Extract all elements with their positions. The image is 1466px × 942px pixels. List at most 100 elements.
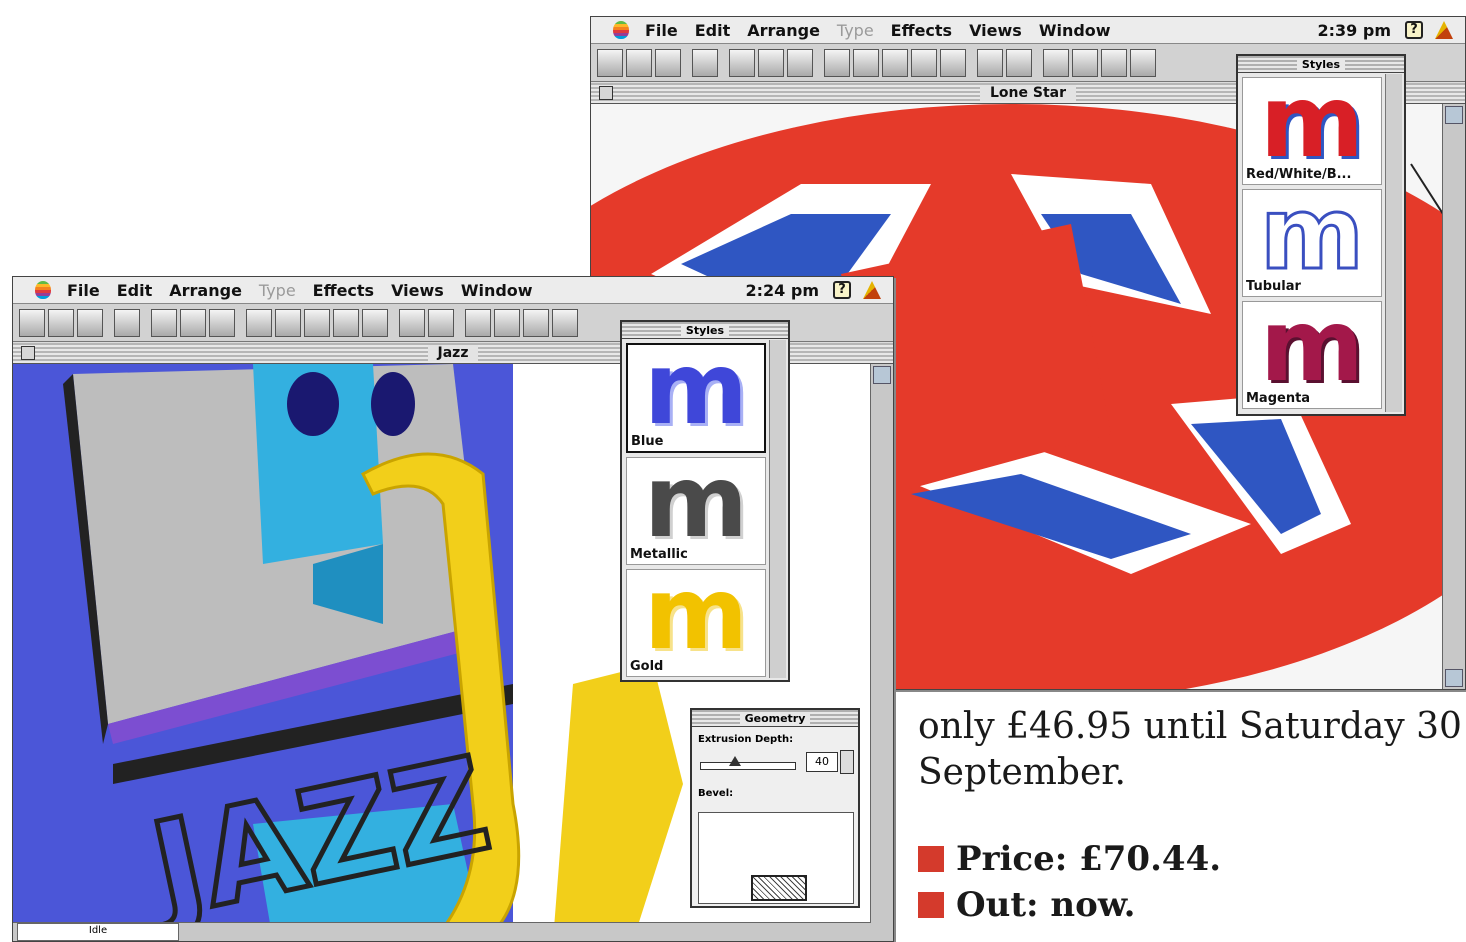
swatch-glyph: m xyxy=(643,443,749,560)
price-text: Price: £70.44. xyxy=(956,839,1222,879)
save-icon[interactable] xyxy=(77,308,103,337)
palette-titlebar[interactable]: Geometry xyxy=(692,710,858,727)
arrow-tool-icon[interactable] xyxy=(824,48,850,77)
close-box-icon[interactable] xyxy=(599,86,613,100)
swatch-label: Gold xyxy=(630,659,664,674)
rotate-tool-icon[interactable] xyxy=(853,48,879,77)
menu-views[interactable]: Views xyxy=(969,21,1022,40)
new-document-icon[interactable] xyxy=(19,308,45,337)
styles-palette-front: Styles m Blue m Metallic m Gold xyxy=(620,320,790,682)
save-icon[interactable] xyxy=(655,48,681,77)
menu-file[interactable]: File xyxy=(67,281,100,300)
apple-menu-icon[interactable] xyxy=(613,21,629,39)
frame-tool-icon[interactable] xyxy=(882,48,908,77)
style-swatch-magenta[interactable]: m Magenta xyxy=(1242,296,1382,409)
zoom-tool-icon[interactable] xyxy=(911,48,937,77)
bevel-profile-shape[interactable] xyxy=(751,875,807,901)
scroll-up-arrow-icon[interactable] xyxy=(1445,106,1463,124)
palette-scrollbar[interactable] xyxy=(769,340,786,678)
app-menu-icon[interactable] xyxy=(1435,21,1453,39)
extrusion-depth-stepper[interactable] xyxy=(840,750,854,774)
path-tool-icon[interactable] xyxy=(523,308,549,337)
menu-window[interactable]: Window xyxy=(461,281,533,300)
style-swatch-red-white-blue[interactable]: m Red/White/B... xyxy=(1242,72,1382,185)
menu-effects[interactable]: Effects xyxy=(313,281,374,300)
bevel-label: Bevel: xyxy=(698,788,734,799)
price-fact: Price: £70.44. xyxy=(918,836,1466,882)
hand-tool-icon[interactable] xyxy=(362,308,388,337)
extrude-tool-icon[interactable] xyxy=(399,308,425,337)
style-swatch-metallic[interactable]: m Metallic xyxy=(626,452,766,565)
menu-views[interactable]: Views xyxy=(391,281,444,300)
menu-window[interactable]: Window xyxy=(1039,21,1111,40)
vertical-scrollbar[interactable] xyxy=(1442,104,1465,689)
shape-tool-icon[interactable] xyxy=(1130,48,1156,77)
help-icon[interactable]: ? xyxy=(1405,21,1423,39)
release-fact: Out: now. xyxy=(918,882,1466,928)
arrow-tool-icon[interactable] xyxy=(246,308,272,337)
release-text: Out: now. xyxy=(956,885,1136,925)
menu-arrange[interactable]: Arrange xyxy=(747,21,820,40)
article-text: only £46.95 until Saturday 30 September.… xyxy=(918,704,1466,928)
cut-icon[interactable] xyxy=(729,48,755,77)
path-tool-icon[interactable] xyxy=(1101,48,1127,77)
rotate-tool-icon[interactable] xyxy=(275,308,301,337)
swatch-glyph: m xyxy=(1259,63,1365,180)
copy-icon[interactable] xyxy=(180,308,206,337)
bullet-square-icon xyxy=(918,892,944,918)
menu-clock: 2:39 pm xyxy=(1317,20,1392,40)
style-swatch-tubular[interactable]: m Tubular xyxy=(1242,182,1382,297)
help-icon[interactable]: ? xyxy=(833,281,851,299)
extrusion-depth-slider[interactable] xyxy=(700,756,796,770)
vertical-scrollbar[interactable] xyxy=(870,364,893,941)
zoom-tool-icon[interactable] xyxy=(333,308,359,337)
scroll-up-arrow-icon[interactable] xyxy=(873,366,891,384)
status-field: Idle xyxy=(17,923,179,941)
close-box-icon[interactable] xyxy=(21,346,35,360)
swatch-glyph: m xyxy=(1258,175,1365,292)
swatch-glyph: m xyxy=(643,555,749,672)
print-icon[interactable] xyxy=(114,308,140,337)
style-swatch-gold[interactable]: m Gold xyxy=(626,564,766,677)
cut-icon[interactable] xyxy=(151,308,177,337)
horizontal-scrollbar[interactable]: Idle xyxy=(13,922,871,941)
extrusion-depth-input[interactable]: 40 xyxy=(806,752,838,772)
scroll-down-arrow-icon[interactable] xyxy=(1445,669,1463,687)
geometry-palette: Geometry Extrusion Depth: 40 Bevel: xyxy=(690,708,860,908)
extrude-tool-icon[interactable] xyxy=(977,48,1003,77)
bevel-editor[interactable] xyxy=(698,812,854,904)
menu-edit[interactable]: Edit xyxy=(695,21,731,40)
extrusion-depth-label: Extrusion Depth: xyxy=(698,734,794,745)
swatch-glyph: m xyxy=(643,330,749,447)
hand-tool-icon[interactable] xyxy=(940,48,966,77)
menu-edit[interactable]: Edit xyxy=(117,281,153,300)
pen-tool-icon[interactable] xyxy=(1043,48,1069,77)
apple-menu-icon[interactable] xyxy=(35,281,51,299)
pen-tool-icon[interactable] xyxy=(465,308,491,337)
slider-thumb-icon[interactable] xyxy=(729,756,741,766)
open-file-icon[interactable] xyxy=(48,308,74,337)
paste-icon[interactable] xyxy=(787,48,813,77)
light-tool-icon[interactable] xyxy=(494,308,520,337)
shape-tool-icon[interactable] xyxy=(552,308,578,337)
menu-effects[interactable]: Effects xyxy=(891,21,952,40)
swatch-label: Magenta xyxy=(1246,391,1311,406)
menu-file[interactable]: File xyxy=(645,21,678,40)
menu-type: Type xyxy=(836,20,874,40)
document-title: Jazz xyxy=(427,345,479,361)
open-file-icon[interactable] xyxy=(626,48,652,77)
palette-scrollbar[interactable] xyxy=(1385,74,1402,412)
paste-icon[interactable] xyxy=(209,308,235,337)
promo-text: only £46.95 until Saturday 30 September. xyxy=(918,706,1462,793)
new-document-icon[interactable] xyxy=(597,48,623,77)
menu-type: Type xyxy=(258,280,296,300)
text-tool-icon[interactable] xyxy=(428,308,454,337)
print-icon[interactable] xyxy=(692,48,718,77)
copy-icon[interactable] xyxy=(758,48,784,77)
text-tool-icon[interactable] xyxy=(1006,48,1032,77)
frame-tool-icon[interactable] xyxy=(304,308,330,337)
menu-arrange[interactable]: Arrange xyxy=(169,281,242,300)
light-tool-icon[interactable] xyxy=(1072,48,1098,77)
style-swatch-blue[interactable]: m Blue xyxy=(626,339,766,453)
app-menu-icon[interactable] xyxy=(863,281,881,299)
